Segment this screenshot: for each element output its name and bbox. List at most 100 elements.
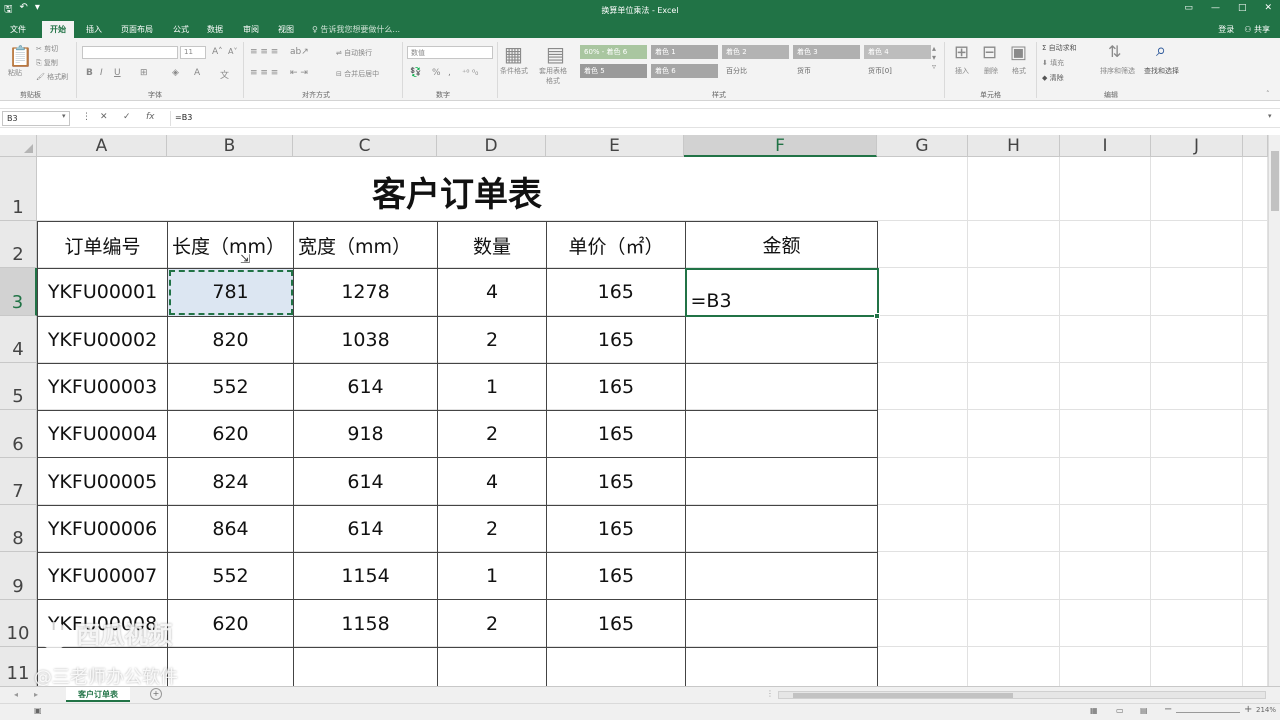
row-header[interactable]: 10	[0, 600, 37, 647]
horizontal-scroll-thumb[interactable]	[793, 693, 1013, 698]
sheet-tab[interactable]: 客户订单表	[66, 687, 130, 702]
data-cell[interactable]: 2	[437, 504, 547, 554]
delete-cells-label[interactable]: 删除	[984, 66, 998, 76]
zoom-slider[interactable]	[1176, 712, 1240, 713]
tell-me-box[interactable]: ♀ 告诉我您想要做什么...	[312, 24, 400, 35]
column-header[interactable]: F	[684, 135, 877, 157]
vertical-scroll-thumb[interactable]	[1271, 151, 1279, 211]
formula-input[interactable]: =B3	[170, 111, 1266, 126]
empty-cell[interactable]	[437, 646, 547, 686]
percent-button[interactable]: %	[432, 68, 441, 78]
tab-view[interactable]: 视图	[278, 24, 294, 35]
column-header[interactable]: D	[437, 135, 546, 157]
name-box[interactable]: B3	[2, 111, 70, 126]
insert-cells-label[interactable]: 插入	[955, 66, 969, 76]
tab-home[interactable]: 开始	[42, 21, 74, 38]
tab-review[interactable]: 审阅	[243, 24, 259, 35]
header-cell[interactable]: 宽度（mm）	[293, 220, 438, 270]
data-cell[interactable]: 824	[167, 457, 294, 506]
fill-handle[interactable]	[874, 313, 880, 319]
cell-style-item[interactable]: 着色 2	[722, 45, 789, 59]
share-button[interactable]: ⚇ 共享	[1244, 24, 1270, 35]
delete-cells-icon[interactable]: ⊟	[982, 42, 997, 63]
cut-button[interactable]: ✂ 剪切	[36, 44, 58, 54]
data-cell[interactable]: 620	[167, 599, 294, 648]
data-cell[interactable]: 614	[293, 362, 438, 412]
data-cell[interactable]: 2	[437, 410, 547, 459]
fill-button[interactable]: ⬇ 填充	[1042, 58, 1064, 68]
sheet-nav-prev-icon[interactable]: ◂	[14, 690, 18, 699]
paste-label[interactable]: 粘贴	[8, 68, 22, 78]
sheet-nav-next-icon[interactable]: ▸	[34, 690, 38, 699]
decimal-icon[interactable]: ⁺⁰ ⁰₀	[462, 68, 478, 77]
row-header[interactable]: 6	[0, 410, 37, 458]
font-color-icon[interactable]: A	[194, 68, 200, 78]
header-cell[interactable]: 单价（㎡）	[546, 220, 686, 270]
data-cell[interactable]: YKFU00001	[37, 268, 168, 317]
format-as-table-icon[interactable]: ▤	[546, 42, 565, 66]
vertical-scrollbar[interactable]	[1268, 135, 1280, 686]
font-name-box[interactable]	[82, 46, 178, 59]
number-format-box[interactable]: 数值	[407, 46, 493, 59]
row-header[interactable]: 1	[0, 157, 37, 221]
grow-font-icon[interactable]: A˄	[212, 47, 223, 57]
data-cell[interactable]: 1278	[293, 268, 438, 317]
clear-button[interactable]: ◆ 清除	[1042, 73, 1064, 83]
header-cell[interactable]: 订单编号	[37, 220, 168, 270]
row-header[interactable]: 11	[0, 647, 37, 686]
active-formula-cell[interactable]: =B3	[684, 267, 879, 318]
data-cell[interactable]: 165	[546, 599, 686, 648]
row-header[interactable]: 2	[0, 221, 37, 268]
data-cell[interactable]: YKFU00002	[37, 315, 168, 364]
empty-cell[interactable]	[167, 646, 294, 686]
data-cell[interactable]	[685, 504, 878, 554]
header-cell[interactable]: 金额	[685, 220, 878, 270]
data-cell[interactable]	[685, 410, 878, 459]
cell-style-item[interactable]: 货币[0]	[864, 64, 931, 78]
minimize-button[interactable]: —	[1211, 3, 1220, 13]
column-header[interactable]: H	[968, 135, 1060, 157]
enter-entry-icon[interactable]: ✓	[123, 112, 131, 122]
empty-cell[interactable]	[546, 646, 686, 686]
border-icon[interactable]: ⊞	[140, 68, 148, 78]
sort-filter-label[interactable]: 排序和筛选	[1100, 66, 1135, 76]
data-cell[interactable]	[685, 315, 878, 364]
gallery-scroll-icon[interactable]: ▴ ▾ ▿	[932, 44, 936, 71]
data-cell[interactable]: 1154	[293, 552, 438, 601]
data-cell[interactable]: 165	[546, 362, 686, 412]
column-header[interactable]: J	[1151, 135, 1243, 157]
format-cells-icon[interactable]: ▣	[1010, 42, 1027, 63]
referenced-cell[interactable]: 781	[167, 268, 294, 317]
name-box-dropdown-icon[interactable]: ▾	[62, 112, 66, 120]
align-top-icon[interactable]: ≡ ≡ ≡	[250, 47, 278, 57]
row-header[interactable]: 8	[0, 505, 37, 552]
data-cell[interactable]: YKFU00007	[37, 552, 168, 601]
orientation-icon[interactable]: ab↗	[290, 47, 309, 57]
find-select-label[interactable]: 查找和选择	[1144, 66, 1179, 76]
zoom-out-button[interactable]: −	[1164, 704, 1172, 715]
data-cell[interactable]: 2	[437, 599, 547, 648]
header-cell[interactable]: 数量	[437, 220, 547, 270]
row-header[interactable]: 7	[0, 458, 37, 505]
data-cell[interactable]: 2	[437, 315, 547, 364]
data-cell[interactable]: 165	[546, 504, 686, 554]
page-break-view-icon[interactable]: ▤	[1140, 706, 1148, 715]
data-cell[interactable]: 620	[167, 410, 294, 459]
phonetic-icon[interactable]: 文	[220, 68, 229, 81]
restore-button[interactable]: □	[1238, 3, 1247, 13]
zoom-in-button[interactable]: +	[1244, 704, 1252, 715]
conditional-format-icon[interactable]: ▦	[504, 42, 523, 66]
page-layout-view-icon[interactable]: ▭	[1116, 706, 1124, 715]
paste-icon[interactable]: 📋	[8, 44, 33, 68]
select-all-button[interactable]	[0, 135, 37, 157]
cell-style-item[interactable]: 货币	[793, 64, 860, 78]
column-header[interactable]: C	[293, 135, 437, 157]
column-header-partial[interactable]	[1243, 135, 1268, 157]
italic-button[interactable]: I	[100, 68, 103, 78]
cell-style-item[interactable]: 着色 6	[651, 64, 718, 78]
insert-cells-icon[interactable]: ⊞	[954, 42, 969, 63]
login-link[interactable]: 登录	[1218, 24, 1234, 35]
data-cell[interactable]: 552	[167, 362, 294, 412]
data-cell[interactable]: 820	[167, 315, 294, 364]
data-cell[interactable]: 864	[167, 504, 294, 554]
